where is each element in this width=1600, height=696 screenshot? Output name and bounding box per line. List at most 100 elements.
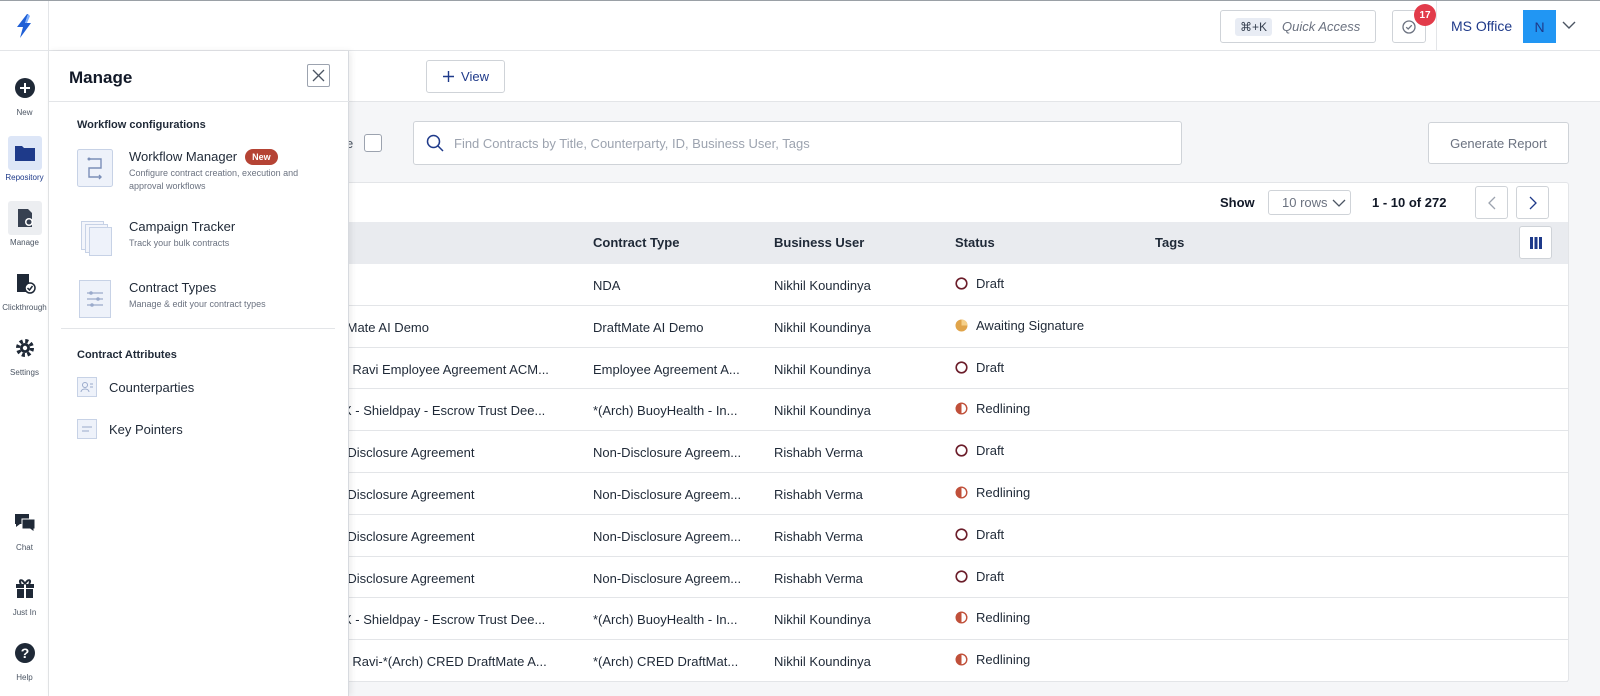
rail-label-settings: Settings <box>10 368 39 377</box>
cell-status: Awaiting Signature <box>955 318 1084 333</box>
chat-icon <box>8 506 42 540</box>
chevron-left-icon <box>1487 196 1495 209</box>
cell-contract-type: DraftMate AI Demo <box>593 319 704 335</box>
filter-checkbox-group: e <box>346 134 382 154</box>
panel-item-counterparties[interactable]: Counterparties <box>77 377 194 397</box>
top-bar: ⌘+K Quick Access 17 MS Office N <box>0 0 1600 51</box>
rows-per-page-select[interactable]: 10 rows <box>1268 190 1351 215</box>
cell-business-user: Rishabh Verma <box>774 528 863 544</box>
app-logo[interactable] <box>0 1 49 51</box>
chevron-down-icon[interactable] <box>1561 17 1577 33</box>
panel-section-divider <box>61 328 335 329</box>
panel-item-key-pointers[interactable]: Key Pointers <box>77 419 183 439</box>
draft-status-icon <box>955 360 968 374</box>
help-icon: ? <box>8 636 42 670</box>
rail-label-clickthrough: Clickthrough <box>2 303 47 312</box>
page-range: 1 - 10 of 272 <box>1372 195 1447 210</box>
campaign-icon <box>81 221 112 256</box>
add-view-button[interactable]: View <box>426 60 505 93</box>
header-status[interactable]: Status <box>955 235 995 250</box>
cell-contract-type: Employee Agreement A... <box>593 361 740 377</box>
panel-item-contract-types[interactable]: Contract Types Manage & edit your contra… <box>77 280 337 320</box>
cell-status: Draft <box>955 443 1004 458</box>
rail-item-just-in[interactable]: Just In <box>0 571 49 617</box>
cell-title[interactable]: tMate AI Demo <box>343 320 429 335</box>
cell-title[interactable]: -Disclosure Agreement <box>343 529 475 544</box>
cell-business-user: Nikhil Koundinya <box>774 654 871 670</box>
cell-status: Redlining <box>955 610 1030 625</box>
header-business-user[interactable]: Business User <box>774 235 864 250</box>
rows-per-page-value: 10 rows <box>1282 195 1328 210</box>
workflow-manager-title: Workflow Manager New <box>129 149 278 165</box>
campaign-tracker-title: Campaign Tracker <box>129 219 236 234</box>
panel-item-workflow-manager[interactable]: Workflow Manager New Configure contract c… <box>77 149 337 193</box>
cell-title[interactable]: X - Shieldpay - Escrow Trust Dee... <box>343 612 545 627</box>
generate-report-button[interactable]: Generate Report <box>1428 122 1569 164</box>
status-label: Redlining <box>976 484 1031 500</box>
draft-status-icon <box>955 444 968 457</box>
column-settings-button[interactable] <box>1519 226 1552 259</box>
manage-gear-icon <box>7 201 42 235</box>
cell-contract-type: *(Arch) BuoyHealth - In... <box>593 403 738 419</box>
quick-access-button[interactable]: ⌘+K Quick Access <box>1220 10 1376 43</box>
campaign-tracker-desc: Track your bulk contracts <box>129 238 230 248</box>
cell-title[interactable]: il Ravi-*(Arch) CRED DraftMate A... <box>343 654 547 669</box>
rail-item-new[interactable]: New <box>0 71 49 117</box>
section-attributes-title: Contract Attributes <box>77 349 177 361</box>
app-root: ⌘+K Quick Access 17 MS Office N New Repo… <box>0 0 1600 696</box>
close-panel-button[interactable] <box>307 64 330 87</box>
cell-title[interactable]: -Disclosure Agreement <box>343 445 475 460</box>
cell-status: Draft <box>955 527 1004 542</box>
org-name[interactable]: MS Office <box>1451 18 1512 34</box>
rail-item-help[interactable]: ? Help <box>0 636 49 682</box>
clickthrough-icon <box>8 266 42 300</box>
cell-contract-type: *(Arch) BuoyHealth - In... <box>593 612 738 628</box>
workflow-manager-label: Workflow Manager <box>129 149 238 164</box>
rail-item-settings[interactable]: Settings <box>0 331 49 377</box>
check-circle-icon <box>1402 19 1416 34</box>
columns-icon <box>1529 236 1542 249</box>
awaiting-status-icon <box>955 319 968 332</box>
cell-business-user: Rishabh Verma <box>774 445 863 461</box>
cell-status: Redlining <box>955 652 1030 667</box>
prev-page-button[interactable] <box>1475 186 1508 219</box>
cell-status: Redlining <box>955 401 1030 416</box>
chevron-down-icon <box>1332 199 1345 207</box>
left-rail: New Repository Manage Clickthrough Setti… <box>0 51 49 696</box>
cell-business-user: Nikhil Koundinya <box>774 319 871 335</box>
cell-business-user: Rishabh Verma <box>774 486 863 502</box>
filter-checkbox[interactable] <box>364 134 382 152</box>
contract-types-icon <box>79 280 111 318</box>
status-label: Redlining <box>976 610 1031 626</box>
status-label: Redlining <box>976 652 1031 668</box>
status-label: Draft <box>976 568 1005 584</box>
rail-label-just-in: Just In <box>12 608 37 617</box>
cell-title[interactable]: -Disclosure Agreement <box>343 487 475 502</box>
svg-text:?: ? <box>20 645 29 661</box>
cell-title[interactable]: X - Shieldpay - Escrow Trust Dee... <box>343 403 545 418</box>
avatar[interactable]: N <box>1523 10 1556 43</box>
cell-title[interactable]: il Ravi Employee Agreement ACM... <box>343 362 549 377</box>
plus-icon <box>443 71 455 82</box>
cell-contract-type: Non-Disclosure Agreem... <box>593 445 742 461</box>
cell-contract-type: Non-Disclosure Agreem... <box>593 570 742 586</box>
rail-item-repository[interactable]: Repository <box>0 136 49 182</box>
gift-icon <box>8 571 42 605</box>
next-page-button[interactable] <box>1516 186 1549 219</box>
cell-title[interactable]: -Disclosure Agreement <box>343 571 475 586</box>
folder-icon <box>7 136 42 170</box>
panel-item-campaign-tracker[interactable]: Campaign Tracker Track your bulk contrac… <box>77 219 337 259</box>
header-tags[interactable]: Tags <box>1155 235 1184 250</box>
header-contract-type[interactable]: Contract Type <box>593 235 679 250</box>
rail-label-new: New <box>16 108 33 117</box>
rail-item-manage[interactable]: Manage <box>0 201 49 247</box>
draft-status-icon <box>955 277 968 290</box>
panel-title: Manage <box>69 68 133 87</box>
notification-badge: 17 <box>1414 4 1436 26</box>
rail-item-chat[interactable]: Chat <box>0 506 49 552</box>
search-input[interactable] <box>454 135 1154 151</box>
rail-item-clickthrough[interactable]: Clickthrough <box>0 266 49 312</box>
status-label: Draft <box>976 526 1005 542</box>
close-icon <box>312 69 325 82</box>
plus-circle-icon <box>8 71 42 105</box>
